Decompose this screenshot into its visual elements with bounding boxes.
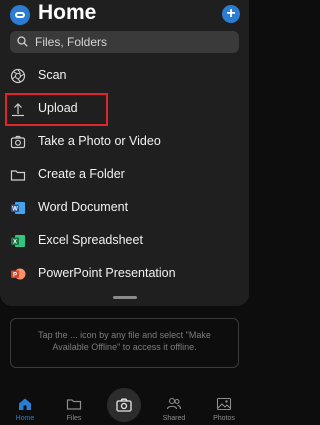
- menu-item-label: Take a Photo or Video: [38, 134, 161, 148]
- add-button[interactable]: +: [222, 5, 240, 23]
- svg-text:W: W: [12, 207, 18, 213]
- menu-item-label: PowerPoint Presentation: [38, 266, 176, 280]
- menu-item-powerpoint-presentation[interactable]: P PowerPoint Presentation: [0, 258, 249, 290]
- camera-icon: [10, 135, 26, 149]
- camera-icon: [116, 398, 132, 412]
- menu-item-excel-spreadsheet[interactable]: X Excel Spreadsheet: [0, 225, 249, 257]
- upload-highlight-box: [5, 93, 108, 126]
- menu-item-take-photo[interactable]: Take a Photo or Video: [0, 126, 249, 158]
- sheet-drag-handle[interactable]: [113, 296, 137, 299]
- excel-icon: X: [11, 235, 25, 247]
- create-menu-sheet: Home + Scan Upload: [0, 0, 249, 306]
- tab-home[interactable]: Home: [5, 388, 45, 425]
- tab-photos[interactable]: Photos: [204, 388, 244, 425]
- folder-icon: [10, 170, 26, 181]
- menu-item-label: Excel Spreadsheet: [38, 233, 143, 247]
- page-title: Home: [38, 1, 97, 24]
- tab-label: Shared: [162, 415, 186, 422]
- folder-icon: [66, 399, 82, 410]
- home-icon: [19, 398, 31, 410]
- menu-item-scan[interactable]: Scan: [0, 60, 249, 92]
- menu-item-label: Create a Folder: [38, 167, 125, 181]
- word-icon: W: [11, 202, 25, 214]
- people-icon: [166, 397, 182, 410]
- tab-label: Files: [66, 415, 82, 422]
- tab-label: Photos: [213, 415, 235, 422]
- svg-text:P: P: [13, 273, 17, 279]
- offline-hint: Tap the ... icon by any file and select …: [10, 318, 239, 368]
- photo-icon: [216, 397, 232, 411]
- camera-aperture-icon: [10, 68, 26, 84]
- header: Home +: [0, 0, 249, 28]
- tab-shared[interactable]: Shared: [154, 388, 194, 425]
- menu-item-label: Word Document: [38, 200, 129, 214]
- camera-button[interactable]: [107, 388, 141, 422]
- menu-item-create-folder[interactable]: Create a Folder: [0, 159, 249, 191]
- onedrive-logo: [10, 5, 30, 25]
- svg-text:X: X: [13, 240, 17, 246]
- tab-label: Home: [15, 415, 35, 422]
- tab-files[interactable]: Files: [54, 388, 94, 425]
- search-icon: [17, 36, 28, 47]
- search-input[interactable]: [35, 33, 225, 51]
- powerpoint-icon: P: [11, 268, 26, 280]
- menu-item-label: Scan: [38, 68, 67, 82]
- search-bar[interactable]: [10, 31, 239, 53]
- menu-item-word-document[interactable]: W Word Document: [0, 192, 249, 224]
